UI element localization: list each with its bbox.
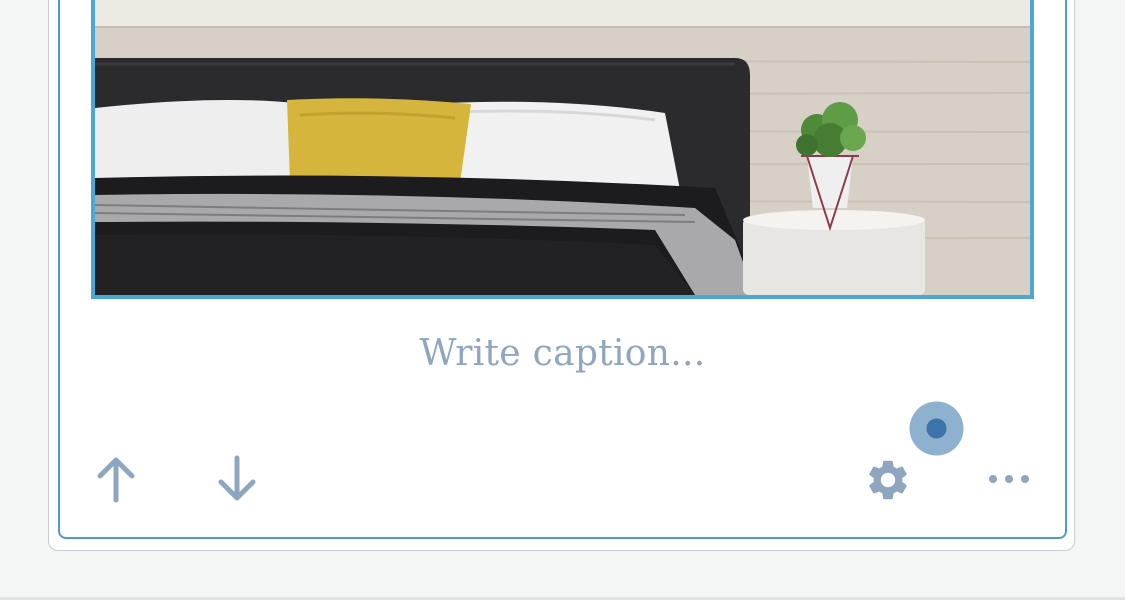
arrow-up-icon [97,457,135,503]
notification-dot-icon [909,401,964,456]
settings-button[interactable] [864,456,912,504]
move-down-button[interactable] [215,454,259,504]
more-options-button[interactable] [984,466,1034,492]
arrow-down-icon [218,455,256,501]
notification-dot [909,401,964,456]
block-image[interactable] [91,0,1034,299]
move-up-button[interactable] [94,454,138,504]
more-options-icon [989,475,1029,483]
gear-icon [869,460,907,500]
caption-input[interactable]: Write caption... [0,333,1125,374]
